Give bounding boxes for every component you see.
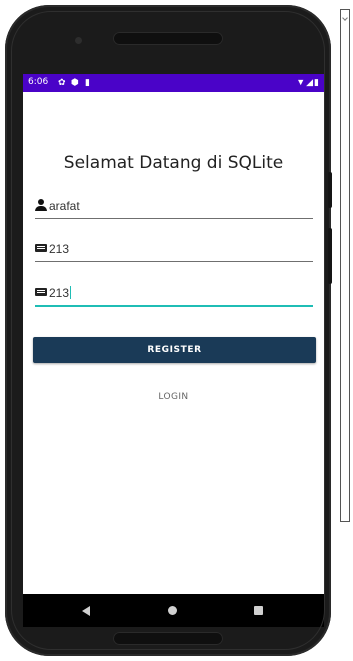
front-camera	[75, 37, 82, 44]
app-screen: 6:06 ✿ ⬢ ▮ ▼◢▮ Selamat Datang di SQLite …	[23, 74, 324, 627]
power-button[interactable]	[328, 172, 332, 208]
signal-icon: ◢	[306, 77, 315, 87]
status-right-icons: ▼◢▮	[296, 76, 320, 89]
side-panel	[340, 9, 350, 522]
top-speaker	[113, 32, 223, 45]
keyboard-icon	[35, 242, 47, 254]
status-time: 6:06	[28, 77, 49, 87]
user-icon	[35, 199, 47, 211]
phone-frame: 6:06 ✿ ⬢ ▮ ▼◢▮ Selamat Datang di SQLite …	[5, 5, 331, 656]
register-button[interactable]: REGISTER	[33, 337, 316, 363]
gear-icon: ✿	[58, 77, 66, 87]
keyboard-icon	[35, 286, 47, 298]
battery-icon: ▮	[314, 77, 320, 87]
shield-icon: ⬢	[71, 77, 79, 87]
wifi-icon: ▼	[296, 77, 307, 87]
status-bar: 6:06 ✿ ⬢ ▮ ▼◢▮	[23, 74, 324, 92]
text-cursor	[70, 286, 72, 299]
sd-card-icon: ▮	[85, 77, 90, 87]
chevron-icon	[342, 15, 348, 21]
username-value: arafat	[49, 199, 80, 213]
page-title: Selamat Datang di SQLite	[63, 153, 284, 173]
nav-bar	[23, 594, 324, 627]
login-link[interactable]: LOGIN	[23, 392, 324, 402]
home-icon[interactable]	[168, 606, 177, 615]
password-value: 213	[49, 242, 70, 256]
confirm-value: 213	[49, 286, 72, 300]
volume-button[interactable]	[328, 228, 332, 284]
bottom-speaker	[113, 632, 223, 645]
password-field[interactable]: 213	[35, 237, 313, 262]
username-field[interactable]: arafat	[35, 194, 313, 219]
back-icon[interactable]	[82, 606, 90, 616]
confirm-field[interactable]: 213	[35, 281, 313, 307]
recent-apps-icon[interactable]	[254, 606, 263, 615]
